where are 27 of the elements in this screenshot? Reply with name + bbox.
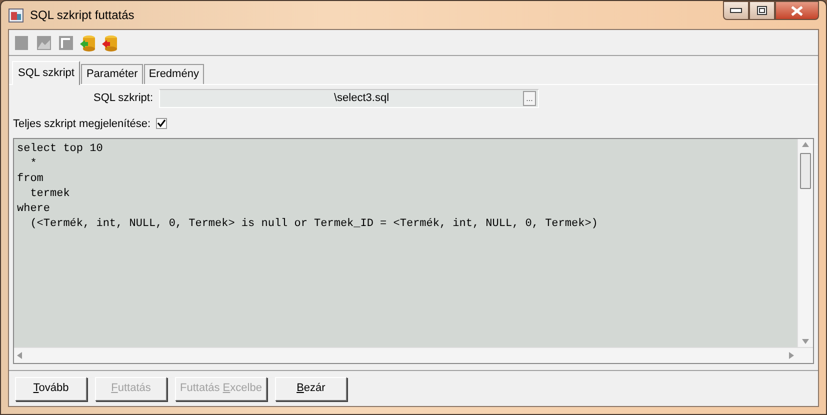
field-label: SQL szkript: [92,90,154,106]
dialog-button[interactable]: Bezár [274,376,347,400]
vertical-scrollbar[interactable] [797,139,813,347]
script-path-field[interactable]: \select3.sql ... [159,88,539,108]
scroll-left-icon[interactable] [17,352,22,359]
scroll-right-icon[interactable] [789,352,794,359]
maximize-icon [757,6,767,15]
checkbox[interactable] [156,118,167,130]
close-button[interactable] [775,1,819,20]
horizontal-scrollbar[interactable] [14,347,797,363]
database-icon[interactable] [79,34,97,52]
tab[interactable]: Eredmény [144,64,204,84]
minimize-icon [730,8,742,13]
checkbox-label: Teljes szkript megjelenítése: [13,116,151,132]
database-icon[interactable] [101,34,119,52]
dialog-button[interactable]: Tovább [15,376,87,400]
app-icon [8,6,24,23]
scroll-down-icon[interactable] [802,339,809,344]
scrollbar-thumb[interactable] [800,153,811,189]
minimize-button[interactable] [723,1,749,20]
window-title: SQL szkript futtatás [30,7,134,24]
browse-button[interactable]: ... [523,90,536,106]
maximize-button[interactable] [749,1,775,20]
scroll-up-icon[interactable] [802,142,809,147]
tab[interactable]: SQL szkript [12,61,80,84]
tab[interactable]: Paraméter [81,64,143,84]
close-icon [791,6,803,16]
